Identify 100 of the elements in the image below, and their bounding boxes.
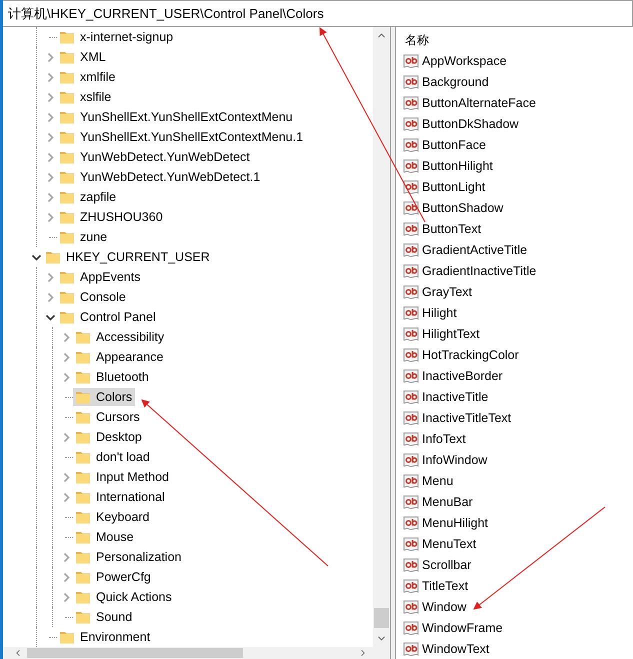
string-value-icon — [403, 200, 420, 216]
registry-key[interactable]: Appearance — [73, 348, 166, 366]
string-value-icon — [403, 220, 420, 236]
string-value-icon — [403, 430, 420, 446]
value-name[interactable]: InfoWindow — [422, 452, 488, 466]
string-value-icon — [403, 242, 420, 258]
value-name[interactable]: MenuText — [422, 536, 476, 550]
value-name[interactable]: ButtonDkShadow — [422, 116, 519, 130]
registry-key[interactable]: zapfile — [57, 188, 120, 206]
string-value-icon — [403, 326, 420, 342]
folder-icon — [75, 429, 91, 445]
registry-key[interactable]: AppEvents — [57, 268, 144, 286]
registry-key[interactable]: xslfile — [57, 88, 114, 106]
value-name[interactable]: InactiveBorder — [422, 368, 503, 382]
value-name[interactable]: InactiveTitle — [422, 390, 488, 404]
scroll-thumb[interactable] — [374, 608, 389, 628]
registry-key[interactable]: YunWebDetect.YunWebDetect.1 — [57, 168, 264, 186]
registry-key[interactable]: YunShellExt.YunShellExtContextMenu.1 — [57, 128, 306, 146]
value-name[interactable]: WindowText — [422, 642, 490, 656]
folder-icon — [59, 49, 75, 65]
folder-icon — [45, 249, 61, 265]
string-value-icon — [403, 262, 420, 278]
folder-icon — [59, 189, 75, 205]
string-value-icon — [403, 368, 420, 384]
string-value-icon — [403, 94, 420, 110]
registry-key[interactable]: zune — [57, 228, 110, 246]
registry-key[interactable]: Bluetooth — [73, 368, 152, 386]
registry-key[interactable]: ZHUSHOU360 — [57, 208, 166, 226]
registry-key[interactable]: International — [73, 488, 168, 506]
value-name[interactable]: ButtonText — [422, 222, 482, 236]
registry-key[interactable]: YunWebDetect.YunWebDetect — [57, 148, 253, 166]
folder-icon — [75, 569, 91, 585]
folder-icon — [59, 29, 75, 45]
string-value-icon — [403, 74, 420, 90]
pane-splitter[interactable] — [391, 27, 396, 659]
value-name[interactable]: ButtonShadow — [422, 200, 504, 214]
value-name[interactable]: InfoText — [422, 432, 466, 446]
string-value-icon — [403, 388, 420, 404]
folder-icon — [75, 389, 91, 405]
value-name[interactable]: GrayText — [422, 284, 472, 298]
value-name[interactable]: WindowFrame — [422, 620, 503, 634]
value-name[interactable]: Hilight — [422, 306, 457, 320]
folder-icon — [75, 449, 91, 465]
registry-key[interactable]: Mouse — [73, 528, 137, 546]
folder-icon — [75, 609, 91, 625]
registry-key[interactable]: XML — [57, 48, 109, 66]
value-name[interactable]: Menu — [422, 474, 454, 488]
string-value-icon — [403, 536, 420, 552]
folder-icon — [75, 369, 91, 385]
folder-icon — [59, 209, 75, 225]
folder-icon — [59, 149, 75, 165]
string-value-icon — [403, 472, 420, 488]
folder-icon — [75, 529, 91, 545]
string-value-icon — [403, 494, 420, 510]
value-name[interactable]: MenuHilight — [422, 516, 488, 530]
value-name[interactable]: Scrollbar — [422, 558, 472, 572]
value-name[interactable]: HotTrackingColor — [422, 348, 519, 362]
value-name[interactable]: AppWorkspace — [422, 54, 507, 68]
registry-key[interactable]: Quick Actions — [73, 588, 175, 606]
horizontal-scrollbar[interactable] — [3, 647, 390, 659]
value-name[interactable]: ButtonFace — [422, 138, 486, 152]
value-name[interactable]: GradientActiveTitle — [422, 242, 528, 256]
value-name[interactable]: InactiveTitleText — [422, 410, 512, 424]
registry-key[interactable]: Desktop — [73, 428, 145, 446]
registry-key[interactable]: PowerCfg — [73, 568, 154, 586]
registry-key[interactable]: xmlfile — [57, 68, 118, 86]
registry-key[interactable]: Control Panel — [57, 308, 159, 326]
address-bar[interactable]: 计算机\HKEY_CURRENT_USER\Control Panel\Colors — [3, 0, 633, 27]
registry-key[interactable]: Sound — [73, 608, 136, 626]
registry-key[interactable]: x-internet-signup — [57, 28, 176, 46]
folder-icon — [59, 309, 75, 325]
registry-key[interactable]: YunShellExt.YunShellExtContextMenu — [57, 108, 296, 126]
registry-key[interactable]: HKEY_CURRENT_USER — [43, 248, 213, 266]
string-value-icon — [403, 598, 420, 614]
string-value-icon — [403, 346, 420, 362]
value-name[interactable]: MenuBar — [422, 494, 473, 508]
folder-icon — [59, 169, 75, 185]
folder-icon — [59, 289, 75, 305]
value-name[interactable]: ButtonAlternateFace — [422, 96, 536, 110]
registry-key[interactable]: Cursors — [73, 408, 143, 426]
folder-icon — [75, 349, 91, 365]
vertical-scrollbar[interactable] — [373, 27, 390, 647]
registry-key[interactable]: Accessibility — [73, 328, 168, 346]
registry-key[interactable]: Environment — [57, 628, 154, 646]
value-name[interactable]: Window — [422, 600, 466, 614]
column-header[interactable]: 名称 — [403, 30, 633, 50]
registry-key[interactable]: Keyboard — [73, 508, 153, 526]
value-name[interactable]: HilightText — [422, 326, 480, 340]
registry-key[interactable]: Colors — [73, 388, 136, 406]
registry-key[interactable]: Input Method — [73, 468, 172, 486]
registry-key[interactable]: Personalization — [73, 548, 184, 566]
registry-key[interactable]: Console — [57, 288, 129, 306]
scroll-thumb[interactable] — [27, 648, 243, 658]
value-name[interactable]: GradientInactiveTitle — [422, 264, 536, 278]
value-name[interactable]: TitleText — [422, 578, 468, 592]
registry-key[interactable]: don't load — [73, 448, 153, 466]
value-name[interactable]: ButtonHilight — [422, 158, 493, 172]
folder-icon — [59, 129, 75, 145]
value-name[interactable]: ButtonLight — [422, 180, 486, 194]
value-name[interactable]: Background — [422, 74, 489, 88]
